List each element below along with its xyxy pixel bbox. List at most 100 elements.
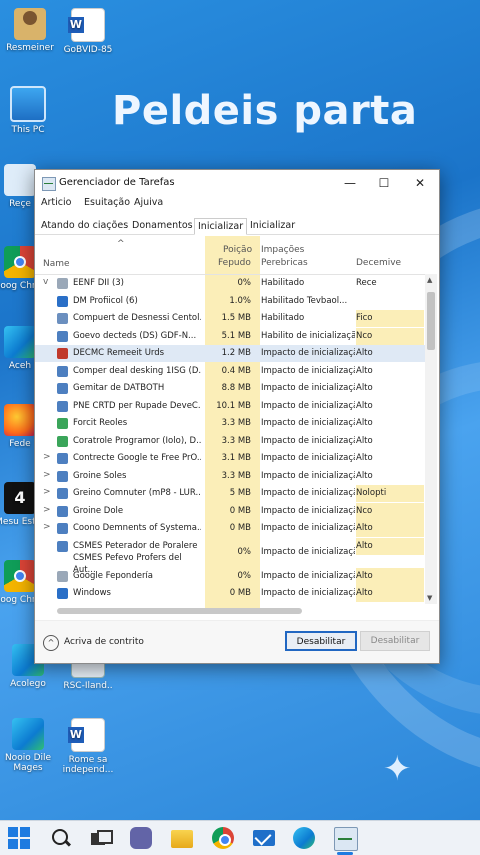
- fewer-details-link[interactable]: Acriva de contrito: [64, 637, 144, 647]
- task-view-icon[interactable]: [89, 827, 113, 849]
- minimize-button[interactable]: —: [335, 173, 365, 193]
- disable-button[interactable]: Desabilitar: [285, 631, 357, 651]
- row-decline: Alto: [356, 567, 424, 585]
- table-row[interactable]: > Groine Dole 0 MB Impacto de inicialização…: [35, 502, 425, 520]
- disable-button-secondary[interactable]: Desabilitar: [360, 631, 430, 651]
- row-expander-icon[interactable]: >: [43, 470, 51, 480]
- task-manager-icon: [42, 177, 56, 191]
- desktop-icon[interactable]: GoBVID-85: [56, 8, 120, 55]
- search-icon[interactable]: [50, 827, 72, 849]
- desktop-icon[interactable]: This PC: [0, 86, 60, 135]
- row-decline: Alto: [356, 453, 373, 463]
- app-icon: [57, 435, 68, 447]
- row-memory: 0 MB: [229, 505, 251, 516]
- scroll-down-icon[interactable]: ▼: [427, 594, 432, 602]
- tab-details[interactable]: Donamentos: [129, 218, 196, 233]
- row-expander-icon[interactable]: >: [43, 452, 51, 462]
- column-header-memory-line2[interactable]: Fepudo: [218, 257, 251, 269]
- table-row[interactable]: Comper deal desking 1ISG (D... 0.4 MB Impa…: [35, 363, 425, 380]
- table-row[interactable]: > Contrecte Google te Free PrO... 3.1 MB Im…: [35, 450, 425, 467]
- table-row[interactable]: Gemitar de DATBOTH 8.8 MB Impacto de inici…: [35, 380, 425, 397]
- table-row[interactable]: DM Profiicol (6) 1.0% Habilitado Tevbaol..…: [35, 293, 425, 310]
- row-name: Contrecte Google te Free PrO...: [73, 453, 201, 463]
- this-pc-icon: [10, 86, 46, 122]
- tab-startup[interactable]: Inicializar: [194, 218, 248, 235]
- table-row[interactable]: Coratrole Programor (Iolo), D... 3.3 MB Im…: [35, 433, 425, 450]
- table-row[interactable]: v EENF DII (3) 0% Habilitado Rece: [35, 275, 425, 292]
- startup-table: ^ Name Poição Fepudo Impações Perebricas…: [35, 236, 425, 608]
- app-icon: [57, 278, 68, 289]
- window-title: Gerenciador de Tarefas: [59, 177, 175, 188]
- column-header-decline[interactable]: Decemive: [356, 257, 401, 269]
- app-icon: [57, 588, 68, 599]
- close-button[interactable]: ✕: [405, 173, 435, 193]
- table-row[interactable]: Windows 0 MB Impacto de inicialização Alto: [35, 585, 425, 602]
- horizontal-scrollbar[interactable]: [37, 606, 437, 616]
- row-expander-icon[interactable]: >: [43, 505, 51, 515]
- tab-app-history[interactable]: Atando do ciações: [38, 218, 131, 233]
- app-icon: [57, 523, 68, 534]
- table-row[interactable]: Forcit Reoles 3.3 MB Impacto de inicializa…: [35, 415, 425, 432]
- column-header-name[interactable]: Name: [43, 258, 70, 270]
- row-impact: Impacto de inicialização: [261, 505, 355, 516]
- table-row[interactable]: > Greino Comnuter (mP8 - LUR... 5 MB Impact…: [35, 485, 425, 502]
- teams-chat-icon[interactable]: [130, 827, 152, 849]
- row-impact: Impacto de inicialização: [261, 546, 355, 557]
- task-manager-icon[interactable]: [334, 827, 358, 851]
- title-bar[interactable]: Gerenciador de Tarefas — ☐ ✕: [35, 170, 439, 196]
- mail-icon[interactable]: [253, 830, 275, 846]
- file-explorer-icon[interactable]: [171, 830, 193, 848]
- table-row[interactable]: > Groine Soles 3.3 MB Impacto de inicializa…: [35, 468, 425, 485]
- table-row[interactable]: CSMES Peterador de Poralere CSMES Pefevo…: [35, 537, 425, 575]
- row-name: Forcit Reoles: [73, 418, 128, 428]
- row-decline: Alto: [356, 520, 424, 537]
- column-header-impact-line2[interactable]: Perebricas: [261, 257, 308, 269]
- table-row[interactable]: PNE CRTD per Rupade DeveC... 10.1 MB Impac…: [35, 398, 425, 415]
- start-icon[interactable]: [8, 827, 30, 849]
- table-row[interactable]: > Coono Demnents of Systema... 0 MB Impacto…: [35, 520, 425, 537]
- row-memory: 0.4 MB: [221, 365, 251, 376]
- column-header-memory-line1[interactable]: Poição: [223, 244, 252, 256]
- row-decline: Alto: [356, 435, 373, 446]
- menu-item-help[interactable]: Ajuiva: [134, 197, 163, 208]
- menu-item-options[interactable]: Esuitação: [84, 197, 130, 208]
- tab-startup-2[interactable]: Inicializar: [247, 218, 298, 233]
- desktop-icon-label: RSC-Iland..: [63, 681, 113, 691]
- row-name: Coratrole Programor (Iolo), D...: [73, 435, 201, 446]
- row-memory: 5 MB: [229, 488, 251, 498]
- wallpaper-title: Peldeis parta: [112, 88, 418, 134]
- table-row[interactable]: DECMC Remeeit Urds 1.2 MB Impacto de inici…: [35, 345, 425, 362]
- table-row[interactable]: Goevo decteds (DS) GDF-N... 5.1 MB Habilit…: [35, 327, 425, 345]
- tab-bar: Atando do ciações Donamentos Inicializar…: [35, 216, 439, 235]
- app-icon: [57, 505, 68, 517]
- scrollbar-thumb[interactable]: [427, 292, 435, 350]
- maximize-button[interactable]: ☐: [369, 173, 399, 193]
- row-expander-icon[interactable]: v: [43, 277, 48, 287]
- row-memory: 1.5 MB: [221, 313, 251, 323]
- scroll-up-icon[interactable]: ▲: [427, 276, 432, 284]
- footer-bar: ^ Acriva de contrito Desabilitar Desabil…: [35, 620, 439, 663]
- row-expander-icon[interactable]: >: [43, 522, 51, 532]
- chrome-icon[interactable]: [212, 827, 234, 849]
- chevron-up-icon[interactable]: ^: [43, 635, 59, 651]
- app-icon: [57, 365, 68, 377]
- app-icon: [57, 348, 68, 359]
- row-decline: Alto: [356, 418, 373, 428]
- row-expander-icon[interactable]: >: [43, 487, 51, 497]
- edge-icon[interactable]: [293, 827, 315, 849]
- table-row[interactable]: Google Fepondería 0% Impacto de inicializa…: [35, 567, 425, 585]
- column-header-impact-line1[interactable]: Impações: [261, 244, 304, 256]
- table-row[interactable]: Compuert de Desnessi Centol... 1.5 MB Habi…: [35, 310, 425, 327]
- scrollbar-thumb[interactable]: [57, 608, 302, 614]
- row-name: Groine Dole: [73, 505, 124, 516]
- row-impact: Impacto de inicialização: [261, 348, 355, 358]
- word-document-icon: [68, 8, 105, 42]
- menu-item-file[interactable]: Articio: [41, 197, 71, 208]
- desktop-icon[interactable]: Rome sa independ...: [56, 718, 120, 775]
- row-memory: 3.3 MB: [221, 470, 251, 481]
- row-memory: 0%: [237, 570, 252, 581]
- vertical-scrollbar[interactable]: ▲ ▼: [425, 274, 437, 604]
- app-icon: [57, 400, 68, 412]
- desktop-icon[interactable]: Resmeiner: [0, 8, 62, 53]
- desktop-icon[interactable]: Nooio Dile Mages: [0, 718, 60, 773]
